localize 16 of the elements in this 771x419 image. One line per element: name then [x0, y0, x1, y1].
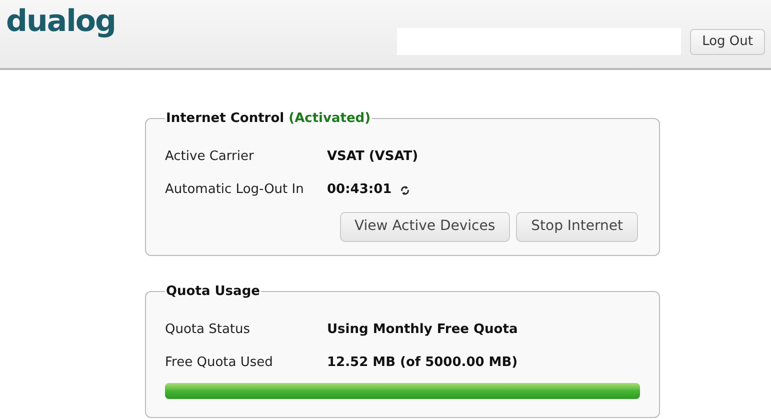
- refresh-icon: [400, 184, 410, 196]
- field-label: Active Carrier: [165, 148, 255, 166]
- logout-button[interactable]: Log Out: [690, 28, 765, 54]
- status-text: (Activated): [288, 111, 371, 126]
- field-value: VSAT (VSAT): [327, 148, 418, 166]
- field-label: Free Quota Used: [165, 354, 274, 372]
- panel-title: Quota Usage: [166, 284, 260, 298]
- action-button[interactable]: Stop Internet: [516, 212, 638, 242]
- field-label: Automatic Log-Out In: [165, 181, 305, 200]
- field-value: 00:43:01: [327, 181, 392, 200]
- panel-title: Internet Control: [166, 111, 284, 126]
- action-button[interactable]: View Active Devices: [340, 212, 510, 242]
- field-value: Using Monthly Free Quota: [327, 320, 518, 339]
- field-label: Quota Status: [165, 320, 252, 339]
- field-value: 12.52 MB (of 5000.00 MB): [327, 354, 518, 372]
- logo: dualog: [6, 4, 116, 40]
